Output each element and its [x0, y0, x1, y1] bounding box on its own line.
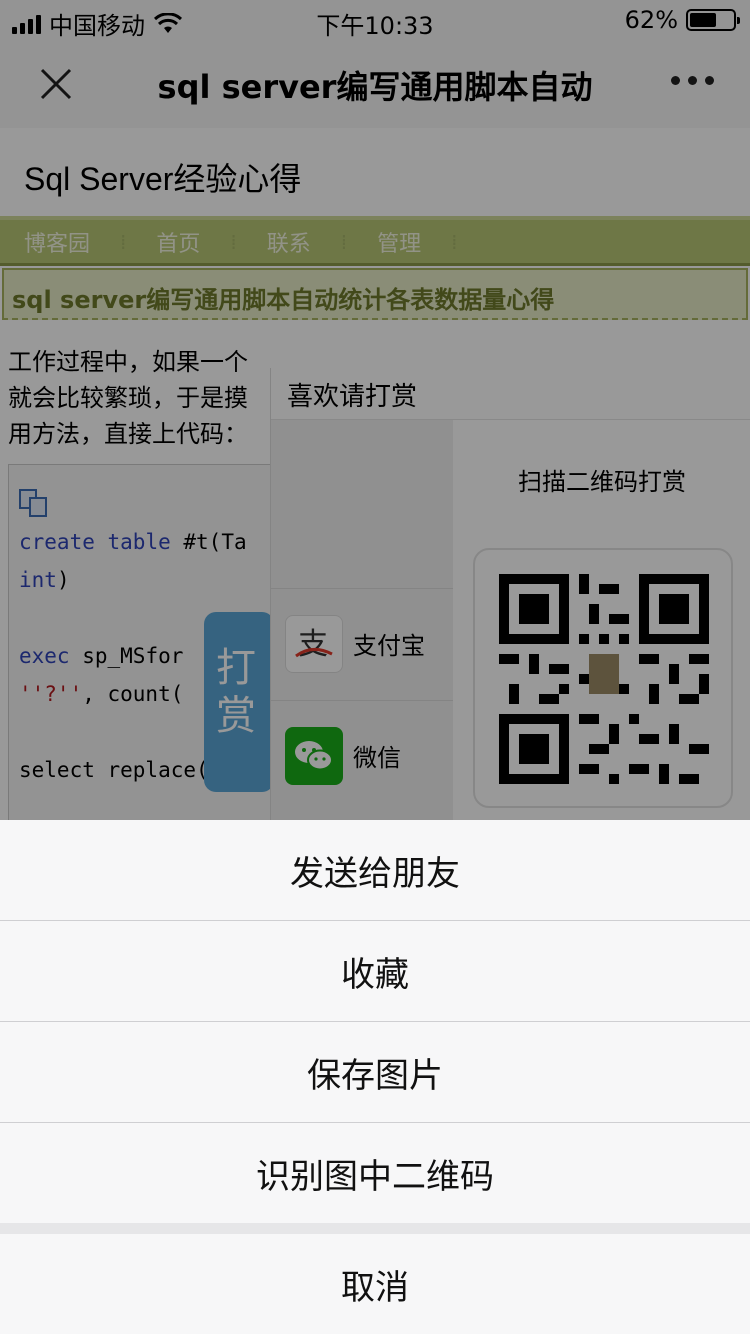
send-to-friend-button[interactable]: 发送给朋友	[0, 820, 750, 920]
dim-overlay[interactable]	[0, 0, 750, 820]
action-sheet: 发送给朋友 收藏 保存图片 识别图中二维码 取消	[0, 820, 750, 1334]
save-image-button[interactable]: 保存图片	[0, 1022, 750, 1122]
cancel-button[interactable]: 取消	[0, 1234, 750, 1334]
scan-qr-code-button[interactable]: 识别图中二维码	[0, 1123, 750, 1223]
favorite-button[interactable]: 收藏	[0, 921, 750, 1021]
